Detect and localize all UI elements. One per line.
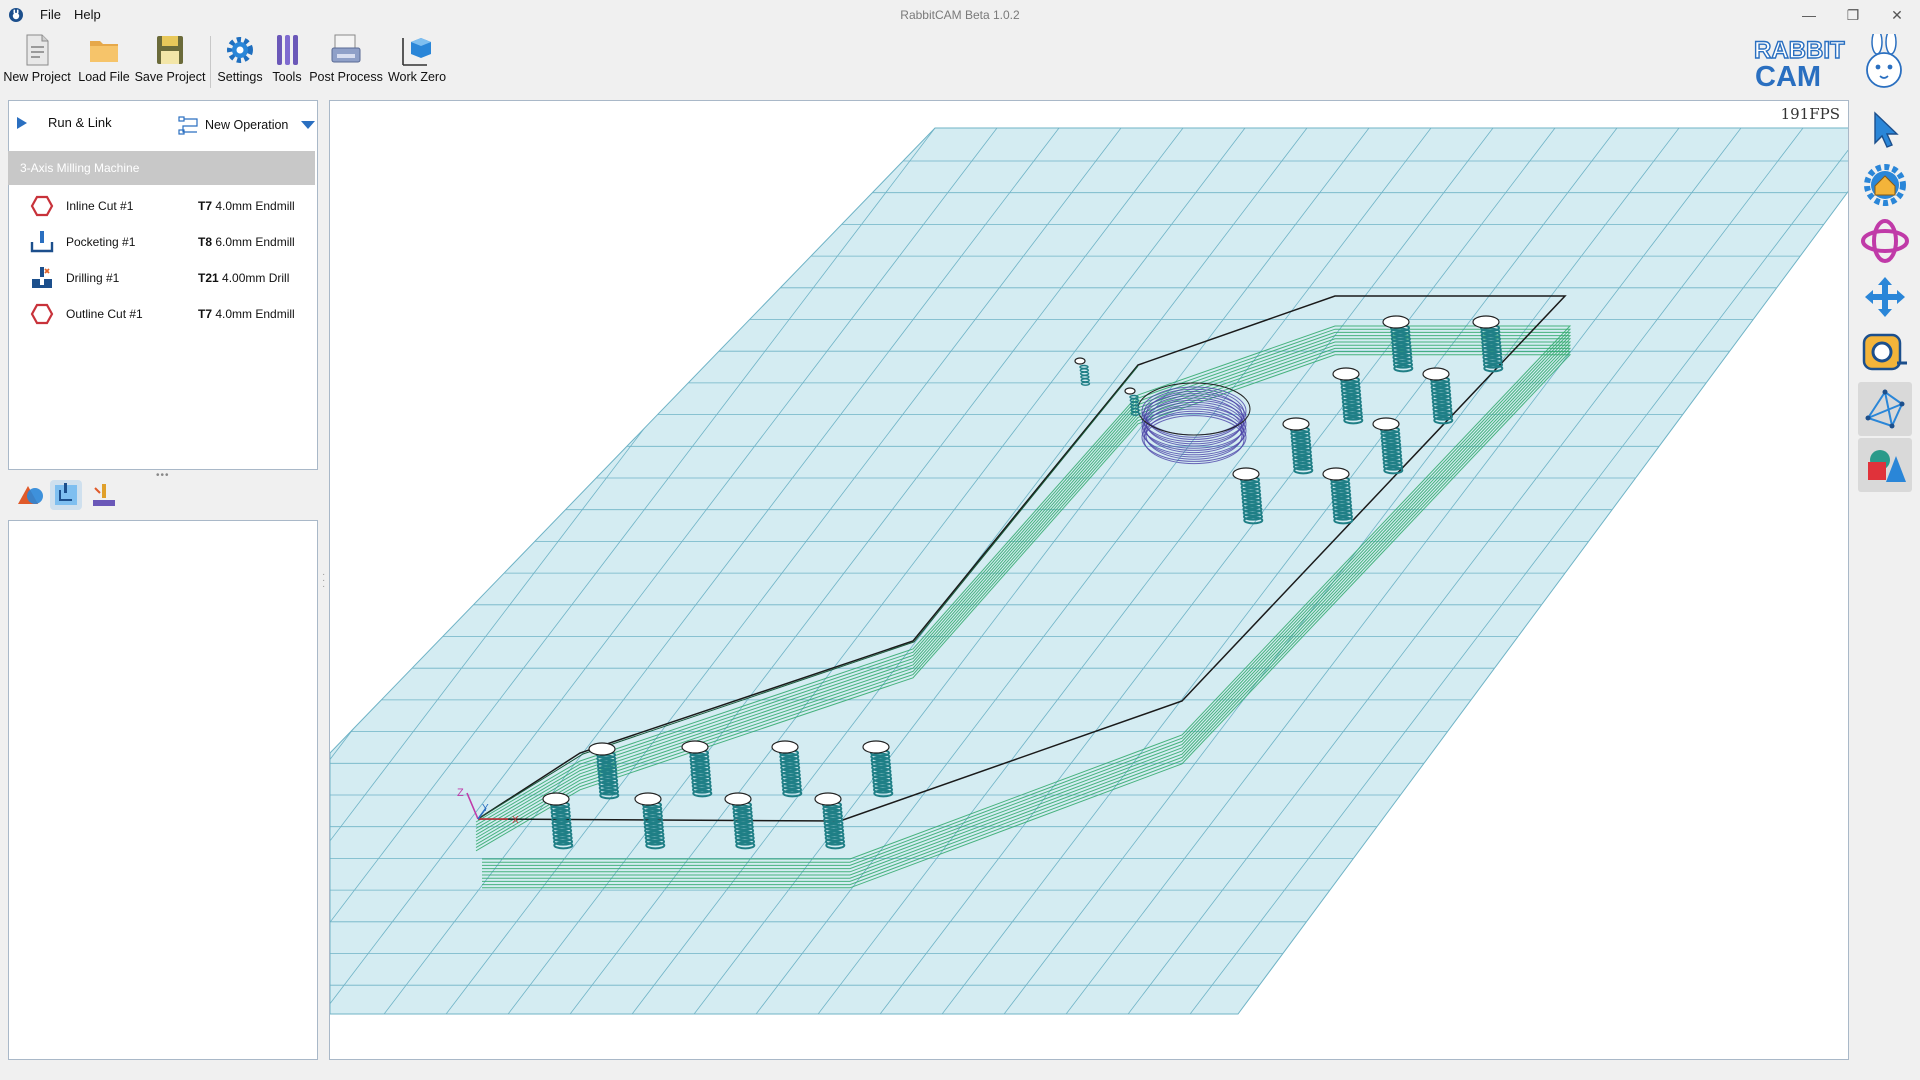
y-axis-label: Y (482, 803, 489, 814)
tool-id: T21 (198, 271, 219, 285)
tool-id: T7 (198, 199, 213, 213)
wireframe-button[interactable] (1858, 382, 1912, 436)
select-tool-button[interactable] (1858, 102, 1912, 156)
operation-tool: T8 6.0mm Endmill (198, 235, 295, 249)
operation-tool: T7 4.0mm Endmill (198, 199, 295, 213)
orbit-button[interactable] (1858, 214, 1912, 268)
save-project-button[interactable]: Save Project (135, 32, 205, 84)
save-project-label: Save Project (134, 70, 206, 84)
tool-description: 4.0mm Endmill (215, 307, 295, 321)
toolbar-divider (210, 36, 211, 88)
gear-icon (227, 37, 253, 63)
new-project-icon (26, 34, 49, 66)
load-file-label: Load File (78, 70, 130, 84)
operation-tool: T21 4.00mm Drill (198, 271, 289, 285)
restore-button[interactable]: ❐ (1830, 0, 1876, 30)
shapes-icon (18, 486, 43, 504)
work-zero-label: Work Zero (387, 70, 447, 84)
main-toolbar: New Project Load File Save Project Setti… (0, 30, 1920, 92)
tab-geometry[interactable] (14, 480, 46, 510)
tool-description: 4.00mm Drill (222, 271, 290, 285)
solid-shapes-icon (1868, 450, 1906, 482)
tools-icon (277, 35, 298, 65)
operation-row[interactable]: Inline Cut #1 T7 4.0mm Endmill (30, 191, 310, 221)
tool-id: T8 (198, 235, 213, 249)
load-file-button[interactable]: Load File (78, 32, 130, 84)
vertical-splitter[interactable]: · · · (322, 570, 325, 592)
scene-canvas[interactable]: Z Y X (330, 101, 1849, 1060)
new-operation-icon (178, 116, 198, 135)
z-axis-label: Z (457, 787, 464, 799)
orbit-icon (1861, 219, 1909, 263)
measure-icon (1862, 333, 1907, 371)
wireframe-icon (1865, 389, 1905, 429)
new-operation-button[interactable]: New Operation (177, 114, 316, 136)
3d-viewport[interactable]: 191FPS ZYX (329, 100, 1849, 1060)
operation-row[interactable]: Drilling #1 T21 4.00mm Drill (30, 263, 310, 293)
operation-name: Outline Cut #1 (66, 307, 143, 321)
properties-panel (8, 520, 318, 1060)
operation-tool: T7 4.0mm Endmill (198, 307, 295, 321)
work-zero-button[interactable]: Work Zero (388, 32, 446, 84)
pan-button[interactable] (1858, 270, 1912, 324)
machine-header[interactable]: 3-Axis Milling Machine (8, 151, 315, 185)
operation-name: Inline Cut #1 (66, 199, 134, 213)
home-view-button[interactable] (1858, 158, 1912, 212)
pan-icon (1865, 277, 1905, 317)
hexagon-outline-icon (30, 303, 54, 325)
run-link-label: Run & Link (48, 115, 112, 130)
measure-button[interactable] (1858, 326, 1912, 380)
drill-icon (32, 267, 52, 288)
chevron-down-icon[interactable] (300, 120, 316, 130)
settings-button[interactable]: Settings (217, 32, 263, 84)
operations-tab-icon (55, 483, 77, 505)
tool-description: 4.0mm Endmill (215, 199, 295, 213)
minimize-button[interactable]: — (1786, 0, 1832, 30)
title-bar: File Help RabbitCAM Beta 1.0.2 — ❐ ✕ (0, 0, 1920, 30)
operation-name: Drilling #1 (66, 271, 120, 285)
tools-label: Tools (272, 70, 302, 84)
play-icon (17, 116, 27, 129)
settings-label: Settings (217, 70, 263, 84)
x-axis-label: X (512, 815, 519, 826)
operation-name: Pocketing #1 (66, 235, 136, 249)
simulation-icon (93, 484, 115, 506)
panel-splitter[interactable]: ••• (156, 470, 170, 481)
home-view-icon (1864, 164, 1906, 206)
save-icon (157, 36, 183, 64)
close-button[interactable]: ✕ (1874, 0, 1920, 30)
app-icon (9, 8, 23, 22)
run-link-button[interactable]: Run & Link (16, 115, 112, 130)
new-project-button[interactable]: New Project (3, 32, 71, 84)
tab-operations[interactable] (50, 480, 82, 510)
tool-description: 6.0mm Endmill (215, 235, 295, 249)
tab-simulation[interactable] (88, 480, 120, 510)
logo-text-rabbit: RABBIT (1754, 37, 1845, 64)
select-arrow-icon (1874, 111, 1899, 148)
grid-line (1809, 128, 1848, 1014)
post-process-icon (331, 34, 361, 63)
hexagon-outline-icon (30, 195, 54, 217)
new-operation-label: New Operation (205, 118, 289, 132)
menu-file[interactable]: File (40, 7, 61, 22)
operation-row[interactable]: Outline Cut #1 T7 4.0mm Endmill (30, 299, 310, 329)
work-zero-icon (402, 38, 431, 66)
operation-row[interactable]: Pocketing #1 T8 6.0mm Endmill (30, 227, 310, 257)
folder-icon (90, 41, 118, 62)
solid-view-button[interactable] (1858, 438, 1912, 492)
window-title: RabbitCAM Beta 1.0.2 (900, 8, 1020, 22)
post-process-label: Post Process (309, 70, 383, 84)
pocket-icon (30, 231, 54, 253)
logo-text-cam: CAM (1755, 61, 1821, 92)
tool-id: T7 (198, 307, 213, 321)
menu-help[interactable]: Help (74, 7, 101, 22)
rabbitcam-logo: RABBIT CAM (1753, 34, 1902, 92)
tools-button[interactable]: Tools (270, 32, 304, 84)
new-project-label: New Project (3, 70, 71, 84)
post-process-button[interactable]: Post Process (309, 32, 383, 84)
